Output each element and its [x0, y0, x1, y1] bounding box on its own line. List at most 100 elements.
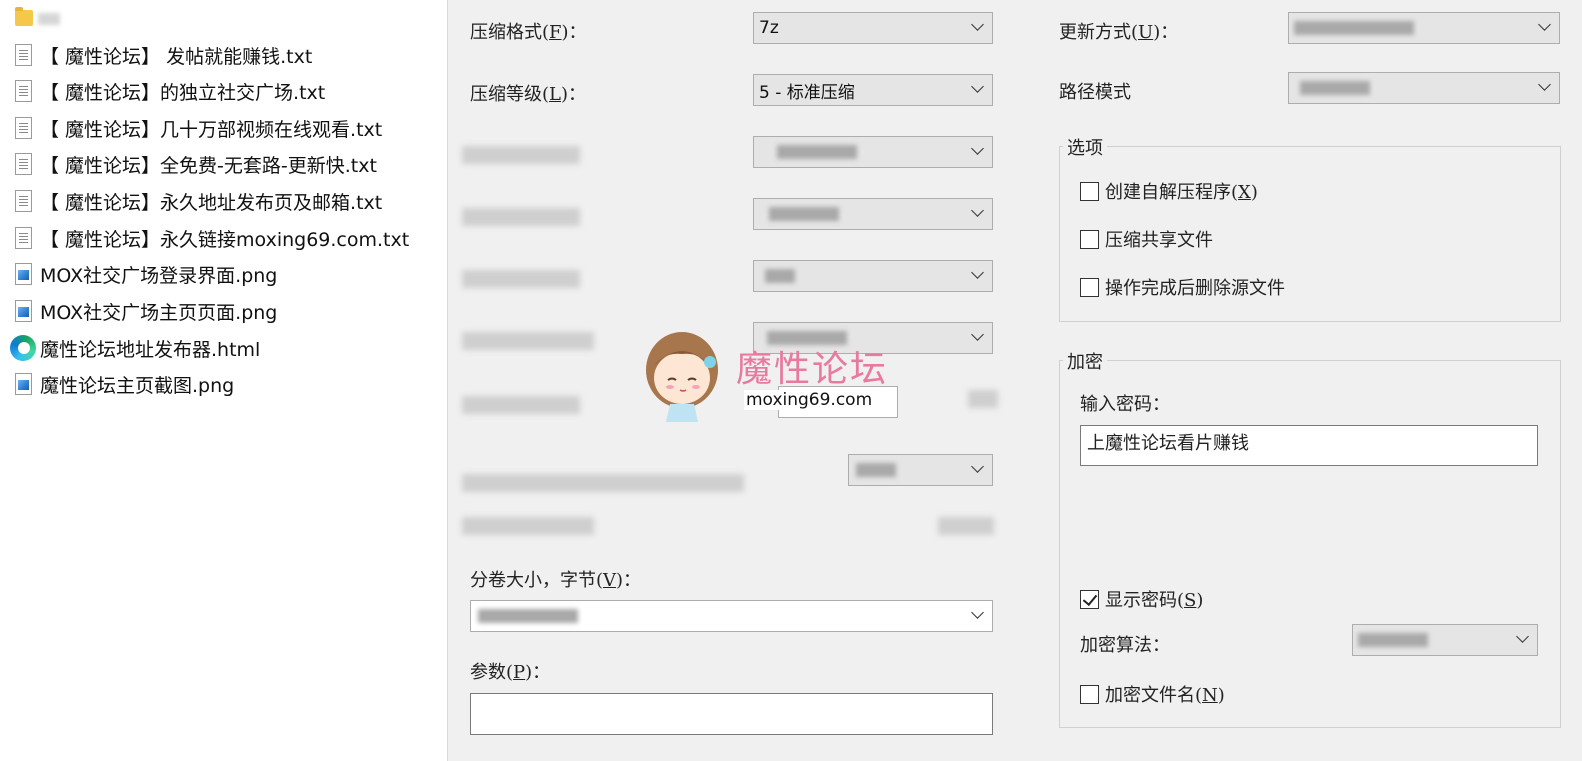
blurred-value	[1300, 81, 1370, 95]
volume-size-combobox[interactable]	[470, 600, 993, 632]
file-item[interactable]: 【 魔性论坛】几十万部视频在线观看.txt	[12, 113, 382, 143]
watermark-url: moxing69.com	[744, 390, 875, 410]
blurred-value	[856, 463, 896, 477]
params-label: 参数(P)：	[470, 662, 551, 683]
update-mode-select[interactable]	[1288, 12, 1560, 44]
encryption-method-select[interactable]	[1352, 624, 1538, 656]
text-file-icon	[15, 190, 32, 212]
show-password-checkbox[interactable]	[1080, 589, 1099, 609]
file-item[interactable]: 魔性论坛主页截图.png	[12, 369, 234, 399]
watermark-title: 魔性论坛	[736, 349, 889, 390]
sfx-checkbox[interactable]	[1080, 181, 1099, 201]
delete-after-label: 操作完成后删除源文件	[1105, 278, 1285, 299]
chevron-down-icon	[971, 80, 984, 93]
show-password-label: 显示密码(S)	[1105, 590, 1204, 611]
options-title: 选项	[1063, 134, 1107, 160]
path-mode-select[interactable]	[1288, 72, 1560, 104]
encryption-title: 加密	[1063, 348, 1107, 374]
chevron-down-icon	[971, 266, 984, 279]
delete-after-checkbox[interactable]	[1080, 277, 1099, 297]
shared-files-label: 压缩共享文件	[1105, 230, 1213, 251]
file-name: 【 魔性论坛】全免费-无套路-更新快.txt	[40, 154, 377, 177]
sfx-label: 创建自解压程序(X)	[1105, 182, 1258, 203]
chevron-down-icon	[971, 204, 984, 217]
file-name: 【 魔性论坛】永久地址发布页及邮箱.txt	[40, 191, 383, 214]
format-value: 7z	[759, 18, 779, 38]
level-value: 5 - 标准压缩	[759, 82, 855, 103]
show-password-checkbox-row[interactable]: 显示密码(S)	[1080, 586, 1203, 612]
blurred-value	[478, 609, 578, 623]
image-file-icon	[15, 263, 32, 285]
encrypt-names-label: 加密文件名(N)	[1105, 685, 1225, 706]
file-name: 【 魔性论坛】永久链接moxing69.com.txt	[40, 228, 410, 251]
blurred-label	[462, 396, 580, 414]
file-name: MOX社交广场主页页面.png	[40, 301, 278, 324]
method-select[interactable]	[753, 136, 993, 168]
blurred-value	[938, 517, 994, 535]
file-name: 【 魔性论坛】的独立社交广场.txt	[40, 81, 326, 104]
memory-select[interactable]	[848, 454, 993, 486]
word-size-select[interactable]	[753, 260, 993, 292]
blurred-value	[968, 390, 998, 408]
delete-after-checkbox-row[interactable]: 操作完成后删除源文件	[1080, 274, 1285, 300]
password-input[interactable]: 上魔性论坛看片赚钱	[1080, 425, 1538, 466]
encrypt-names-checkbox[interactable]	[1080, 684, 1099, 704]
file-name: 魔性论坛地址发布器.html	[40, 338, 261, 361]
shared-files-checkbox-row[interactable]: 压缩共享文件	[1080, 226, 1213, 252]
file-item[interactable]: 【 魔性论坛】永久地址发布页及邮箱.txt	[12, 186, 382, 216]
chevron-down-icon	[1538, 18, 1551, 31]
mascot-girl-icon	[646, 332, 718, 422]
blurred-value	[777, 145, 857, 159]
blurred-value	[769, 207, 839, 221]
edge-browser-icon	[10, 335, 36, 361]
text-file-icon	[15, 153, 32, 175]
blurred-value	[1294, 21, 1414, 35]
format-select[interactable]: 7z	[753, 12, 993, 44]
params-input[interactable]	[470, 693, 993, 735]
shared-files-checkbox[interactable]	[1080, 229, 1099, 249]
file-item[interactable]: 【 魔性论坛】的独立社交广场.txt	[12, 76, 325, 106]
file-name: 【 魔性论坛】 发帖就能赚钱.txt	[40, 45, 313, 68]
file-name: 【 魔性论坛】几十万部视频在线观看.txt	[40, 118, 383, 141]
blurred-value	[1358, 633, 1428, 647]
text-file-icon	[15, 227, 32, 249]
image-file-icon	[15, 300, 32, 322]
encrypt-names-checkbox-row[interactable]: 加密文件名(N)	[1080, 681, 1225, 707]
chevron-down-icon	[971, 328, 984, 341]
forum-watermark: 魔性论坛 moxing69.com	[640, 326, 910, 426]
file-item[interactable]: MOX社交广场登录界面.png	[12, 259, 277, 289]
update-mode-label: 更新方式(U)：	[1059, 22, 1179, 43]
blurred-label	[462, 146, 580, 164]
blurred-label	[462, 332, 594, 350]
chevron-down-icon	[971, 142, 984, 155]
image-file-icon	[15, 373, 32, 395]
file-list-pane: 【 魔性论坛】 发帖就能赚钱.txt 【 魔性论坛】的独立社交广场.txt 【 …	[0, 0, 447, 761]
folder-icon[interactable]	[15, 7, 33, 26]
level-label: 压缩等级(L)：	[470, 84, 587, 105]
text-file-icon	[15, 44, 32, 66]
blurred-value	[765, 269, 795, 283]
archive-settings-dialog: 压缩格式(F)： 7z 压缩等级(L)： 5 - 标准压缩 分卷大小，字节(V)…	[447, 0, 1582, 761]
encryption-method-label: 加密算法：	[1080, 635, 1170, 656]
file-item[interactable]: 【 魔性论坛】 发帖就能赚钱.txt	[12, 40, 312, 70]
file-item[interactable]: 魔性论坛地址发布器.html	[10, 333, 261, 363]
file-item[interactable]: MOX社交广场主页页面.png	[12, 296, 277, 326]
file-item[interactable]: 【 魔性论坛】永久链接moxing69.com.txt	[12, 223, 409, 253]
path-mode-label: 路径模式	[1059, 82, 1131, 103]
folder-name-blurred	[38, 13, 60, 25]
blurred-label	[462, 270, 580, 288]
blurred-label	[462, 208, 580, 226]
format-label: 压缩格式(F)：	[470, 22, 587, 43]
chevron-down-icon	[1538, 78, 1551, 91]
blurred-label	[462, 517, 594, 535]
sfx-checkbox-row[interactable]: 创建自解压程序(X)	[1080, 178, 1258, 204]
text-file-icon	[15, 80, 32, 102]
password-label: 输入密码：	[1080, 394, 1170, 415]
dictionary-select[interactable]	[753, 198, 993, 230]
blurred-memory-label	[462, 474, 744, 492]
chevron-down-icon	[971, 18, 984, 31]
file-item[interactable]: 【 魔性论坛】全免费-无套路-更新快.txt	[12, 149, 377, 179]
chevron-down-icon	[971, 606, 984, 619]
level-select[interactable]: 5 - 标准压缩	[753, 74, 993, 106]
file-name: 魔性论坛主页截图.png	[40, 374, 235, 397]
